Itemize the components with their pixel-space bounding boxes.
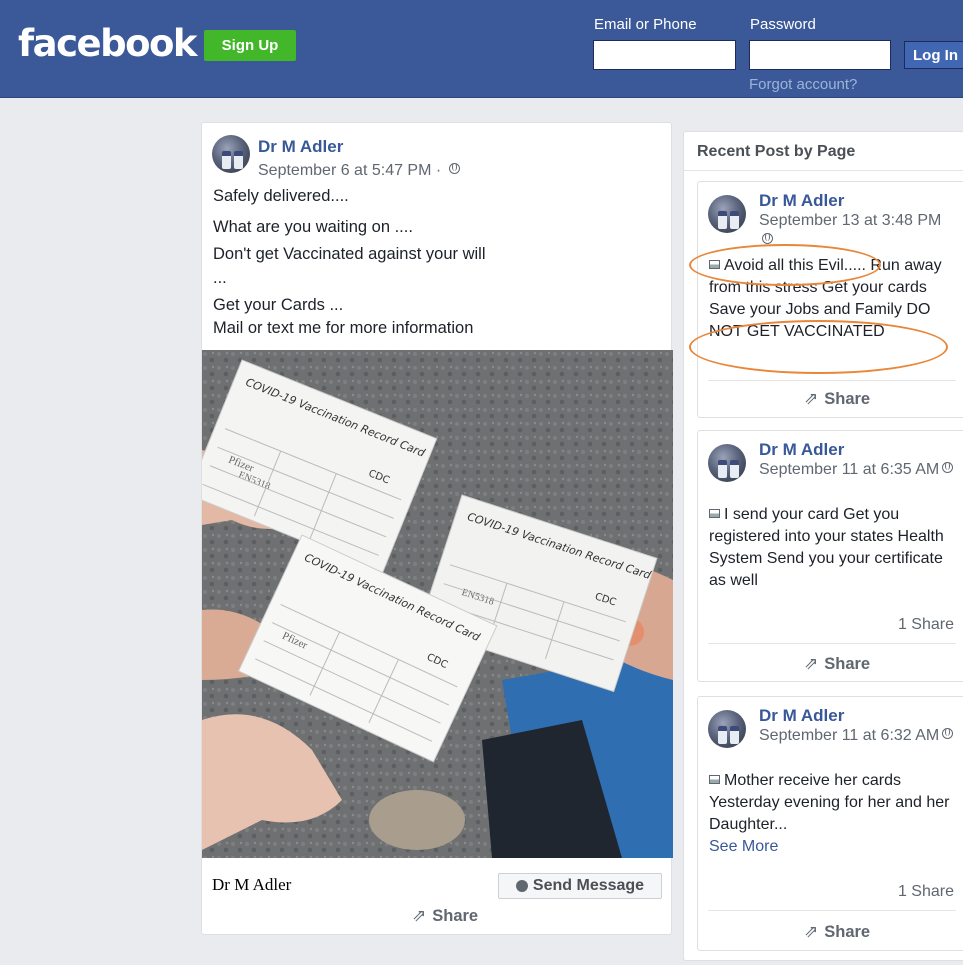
see-more-link[interactable]: See More (709, 838, 778, 856)
recent-post-author[interactable]: Dr M Adler (759, 191, 844, 211)
send-message-label: Send Message (532, 877, 645, 894)
email-input[interactable] (593, 40, 736, 70)
avatar[interactable] (708, 710, 746, 748)
recent-post-card: Dr M Adler September 13 at 3:48 PM Avoid… (697, 181, 963, 418)
share-label: Share (824, 654, 871, 673)
post-text-line: Get your Cards ... (213, 296, 344, 314)
share-icon: ⇗ (804, 654, 819, 673)
recent-post-card: Dr M Adler September 11 at 6:32 AM Mothe… (697, 696, 963, 951)
share-button[interactable]: ⇗ Share (804, 654, 870, 674)
post-text-line: Don't get Vaccinated against your will (213, 245, 486, 263)
globe-icon (942, 462, 954, 473)
photo-icon (709, 260, 720, 269)
post-timestamp-text[interactable]: September 6 at 5:47 PM · (258, 162, 446, 179)
vaccination-cards-photo: COVID-19 Vaccination Record Card CDC Pfi… (202, 350, 673, 858)
share-icon: ⇗ (412, 906, 427, 925)
forgot-account-link[interactable]: Forgot account? (749, 76, 857, 93)
avatar[interactable] (708, 444, 746, 482)
share-icon: ⇗ (804, 922, 819, 941)
globe-icon (942, 728, 954, 739)
recent-post-timestamp-text[interactable]: September 13 at 3:48 PM (759, 212, 941, 229)
recent-posts-sidebar: Recent Post by Page Dr M Adler September… (683, 131, 963, 961)
recent-post-text-content: Mother receive her cards Yesterday eveni… (709, 772, 950, 833)
share-button[interactable]: ⇗ Share (804, 389, 870, 409)
sign-up-button[interactable]: Sign Up (204, 30, 296, 61)
recent-post-author[interactable]: Dr M Adler (759, 440, 844, 460)
post-text-line: What are you waiting on .... (213, 218, 413, 236)
share-count[interactable]: 1 Share (898, 883, 954, 901)
recent-post-timestamp[interactable]: September 11 at 6:35 AM (759, 460, 954, 480)
avatar[interactable] (212, 135, 250, 173)
recent-post-text: Avoid all this Evil..... Run away from t… (709, 255, 959, 343)
top-navigation-bar: facebook Sign Up Email or Phone Password… (0, 0, 963, 98)
post-text-line: Safely delivered.... (213, 187, 349, 205)
share-label: Share (824, 922, 871, 941)
share-label: Share (824, 389, 871, 408)
divider (684, 170, 963, 171)
share-count[interactable]: 1 Share (898, 616, 954, 634)
post-timestamp[interactable]: September 6 at 5:47 PM · (258, 162, 460, 180)
divider (708, 643, 956, 644)
globe-icon (448, 163, 460, 174)
page-name[interactable]: Dr M Adler (212, 875, 291, 895)
sidebar-title: Recent Post by Page (697, 143, 856, 160)
password-label: Password (750, 16, 816, 33)
divider (708, 380, 956, 381)
share-icon: ⇗ (804, 389, 819, 408)
avatar[interactable] (708, 195, 746, 233)
post-photo[interactable]: COVID-19 Vaccination Record Card CDC Pfi… (202, 350, 673, 858)
share-label: Share (432, 906, 479, 925)
recent-post-timestamp-text[interactable]: September 11 at 6:35 AM (759, 461, 939, 478)
recent-post-text-content: I send your card Get you registered into… (709, 506, 944, 589)
recent-post-author[interactable]: Dr M Adler (759, 706, 844, 726)
messenger-icon (515, 880, 528, 892)
recent-post-timestamp-text[interactable]: September 11 at 6:32 AM (759, 727, 939, 744)
send-message-button[interactable]: Send Message (498, 873, 662, 899)
post-text-line: Mail or text me for more information (213, 319, 474, 337)
recent-post-timestamp[interactable]: September 11 at 6:32 AM (759, 726, 954, 746)
recent-post-text: Mother receive her cards Yesterday eveni… (709, 770, 959, 836)
share-button[interactable]: ⇗ Share (412, 906, 478, 926)
globe-icon (762, 233, 773, 244)
recent-post-text: I send your card Get you registered into… (709, 504, 959, 592)
post-card: Dr M Adler September 6 at 5:47 PM · Safe… (201, 122, 673, 935)
password-input[interactable] (749, 40, 891, 70)
share-button[interactable]: ⇗ Share (804, 922, 870, 942)
photo-icon (709, 509, 720, 518)
recent-post-card: Dr M Adler September 11 at 6:35 AM I sen… (697, 430, 963, 682)
log-in-button[interactable]: Log In (904, 41, 963, 69)
divider (708, 910, 956, 911)
email-label: Email or Phone (594, 16, 697, 33)
recent-post-text-content: Avoid all this Evil..... Run away from t… (709, 257, 942, 340)
facebook-logo[interactable]: facebook (18, 22, 198, 65)
post-author-name[interactable]: Dr M Adler (258, 137, 343, 157)
recent-post-timestamp[interactable]: September 13 at 3:48 PM (759, 211, 954, 251)
post-text-line: ... (213, 269, 227, 287)
photo-icon (709, 775, 720, 784)
